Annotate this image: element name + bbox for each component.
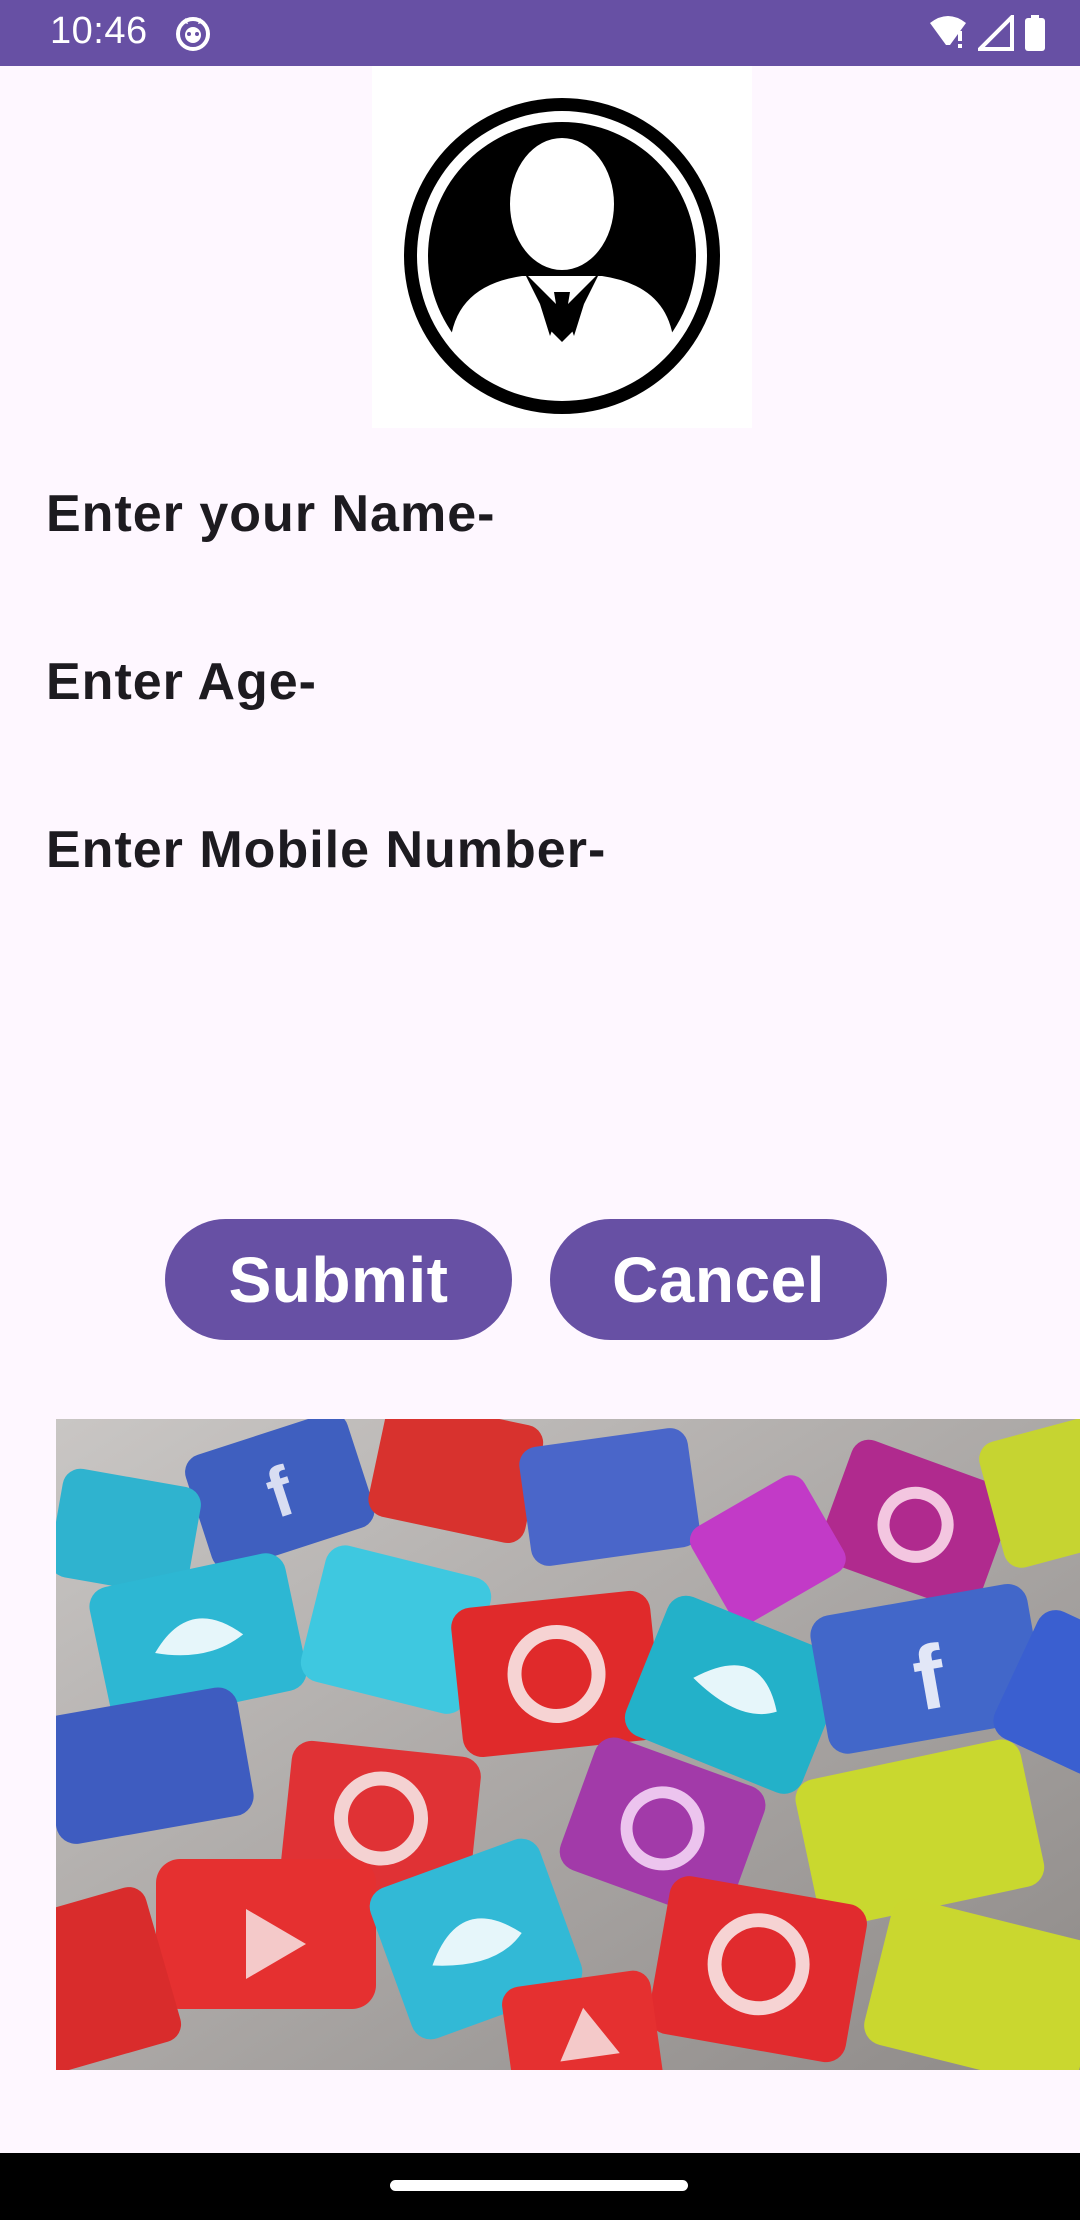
status-time: 10:46 (50, 10, 148, 52)
status-bar: 10:46 (0, 0, 1080, 66)
app-notification-icon (174, 14, 212, 52)
wifi-icon (928, 15, 968, 51)
profile-avatar (372, 66, 752, 428)
submit-button[interactable]: Submit (165, 1219, 512, 1340)
mobile-number-label: Enter Mobile Number- (46, 821, 607, 879)
age-label: Enter Age- (46, 653, 317, 711)
social-media-icons-image: f f (56, 1419, 1080, 2070)
home-gesture-handle[interactable] (390, 2180, 688, 2191)
signal-icon (978, 15, 1014, 51)
battery-icon (1024, 15, 1046, 51)
cancel-button[interactable]: Cancel (550, 1219, 887, 1340)
name-label: Enter your Name- (46, 485, 496, 543)
user-avatar-icon (404, 98, 720, 414)
